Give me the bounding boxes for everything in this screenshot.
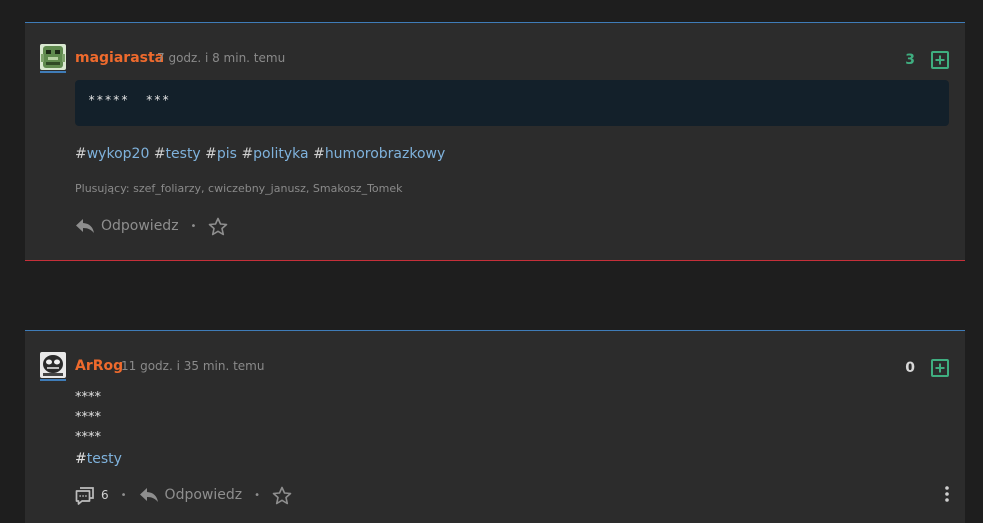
more-options-button[interactable] xyxy=(943,485,951,503)
code-block: ***** *** xyxy=(75,80,949,126)
body-line: **** xyxy=(75,390,101,405)
avatar[interactable] xyxy=(40,44,66,70)
star-icon xyxy=(209,217,228,235)
tag-link[interactable]: polityka xyxy=(253,146,308,162)
plus-square-icon xyxy=(931,51,949,69)
vote-count: 0 xyxy=(905,360,915,376)
plus-button[interactable] xyxy=(931,51,949,69)
entry-card: magiarasta 7 godz. i 8 min. temu 3 *****… xyxy=(25,22,965,261)
hash-symbol: # xyxy=(205,146,217,162)
avatar-sex-indicator xyxy=(40,71,66,73)
plus-square-icon xyxy=(931,359,949,377)
avatar[interactable] xyxy=(40,352,66,378)
plusers-label: Plusujący: xyxy=(75,182,130,195)
separator-dot: • xyxy=(190,220,197,232)
body-line: **** xyxy=(75,410,101,425)
favorite-button[interactable] xyxy=(272,486,292,505)
tag-link[interactable]: testy xyxy=(87,451,122,467)
entry-actions: 6 • Odpowiedz • xyxy=(75,484,292,506)
comments-icon xyxy=(75,487,94,505)
plusers-line: Plusujący: szef_foliarzy, cwiczebny_janu… xyxy=(75,182,403,195)
plus-button[interactable] xyxy=(931,359,949,377)
reply-label: Odpowiedz xyxy=(101,218,179,234)
hash-symbol: # xyxy=(241,146,254,162)
more-vertical-icon xyxy=(945,486,949,502)
reply-button[interactable]: Odpowiedz xyxy=(139,487,243,503)
reply-icon xyxy=(139,488,158,502)
tag-link[interactable]: humorobrazkowy xyxy=(325,146,445,162)
tag-list: #wykop20 #testy #pis #polityka #humorobr… xyxy=(75,146,445,162)
hash-symbol: # xyxy=(313,146,325,162)
reply-icon xyxy=(76,219,94,233)
hash-symbol: # xyxy=(153,146,166,162)
avatar-sex-indicator xyxy=(40,379,66,381)
reply-button[interactable]: Odpowiedz xyxy=(75,218,179,234)
entry-card: ArRog 11 godz. i 35 min. temu 0 **** ***… xyxy=(25,330,965,523)
vote-count: 3 xyxy=(905,52,915,68)
comments-toggle[interactable]: 6 xyxy=(75,485,109,505)
tag-link[interactable]: wykop20 xyxy=(87,146,150,162)
separator-dot: • xyxy=(254,489,260,501)
tag-line: #testy xyxy=(75,449,122,469)
plusers-list[interactable]: szef_foliarzy, cwiczebny_janusz, Smakosz… xyxy=(133,182,402,195)
favorite-button[interactable] xyxy=(208,217,228,236)
entry-actions: Odpowiedz • xyxy=(75,215,228,237)
post-time[interactable]: 11 godz. i 35 min. temu xyxy=(121,359,264,373)
tag-link[interactable]: pis xyxy=(217,146,237,162)
star-icon xyxy=(272,486,292,504)
author-username[interactable]: ArRog xyxy=(75,358,123,374)
comments-count: 6 xyxy=(101,488,109,502)
reply-label: Odpowiedz xyxy=(164,487,243,503)
body-line: **** xyxy=(75,430,101,445)
separator-dot: • xyxy=(120,489,127,501)
author-username[interactable]: magiarasta xyxy=(75,50,164,66)
post-time[interactable]: 7 godz. i 8 min. temu xyxy=(157,51,285,65)
hash-symbol: # xyxy=(75,451,87,467)
entry-body: **** **** **** #testy xyxy=(75,388,122,469)
hash-symbol: # xyxy=(75,146,87,162)
tag-link[interactable]: testy xyxy=(166,146,201,162)
